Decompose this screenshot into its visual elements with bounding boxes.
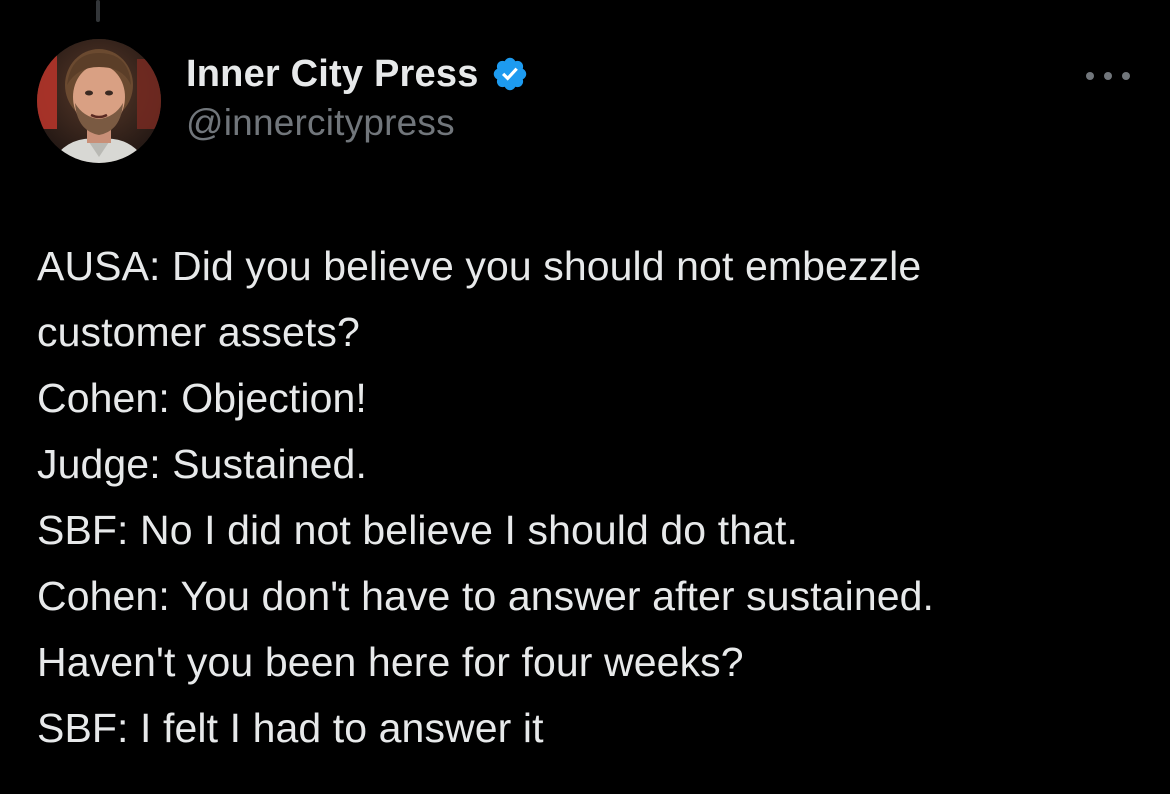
tweet-text-line: Haven't you been here for four weeks? <box>37 639 744 685</box>
tweet-text: AUSA: Did you believe you should not emb… <box>37 233 1147 761</box>
author-display-name[interactable]: Inner City Press <box>186 53 479 96</box>
tweet-text-line: Cohen: Objection! <box>37 375 367 421</box>
thread-connector-line <box>96 0 100 22</box>
more-dot <box>1086 72 1094 80</box>
author-name-row: Inner City Press <box>186 52 529 96</box>
avatar-photo <box>37 39 161 163</box>
more-options-icon[interactable] <box>1086 66 1130 86</box>
tweet-text-line: Judge: Sustained. <box>37 441 367 487</box>
more-dot <box>1104 72 1112 80</box>
tweet-text-line: SBF: I felt I had to answer it <box>37 705 544 751</box>
tweet-text-line: SBF: No I did not believe I should do th… <box>37 507 798 553</box>
tweet-text-line: Cohen: You don't have to answer after su… <box>37 573 935 619</box>
more-dot <box>1122 72 1130 80</box>
author-avatar[interactable] <box>37 39 161 163</box>
verified-badge-icon[interactable] <box>491 55 529 93</box>
tweet-author[interactable]: Inner City Press @innercitypress <box>186 52 529 144</box>
tweet-text-line: customer assets? <box>37 309 360 355</box>
tweet-text-line: AUSA: Did you believe you should not emb… <box>37 243 922 289</box>
author-handle[interactable]: @innercitypress <box>186 102 529 144</box>
